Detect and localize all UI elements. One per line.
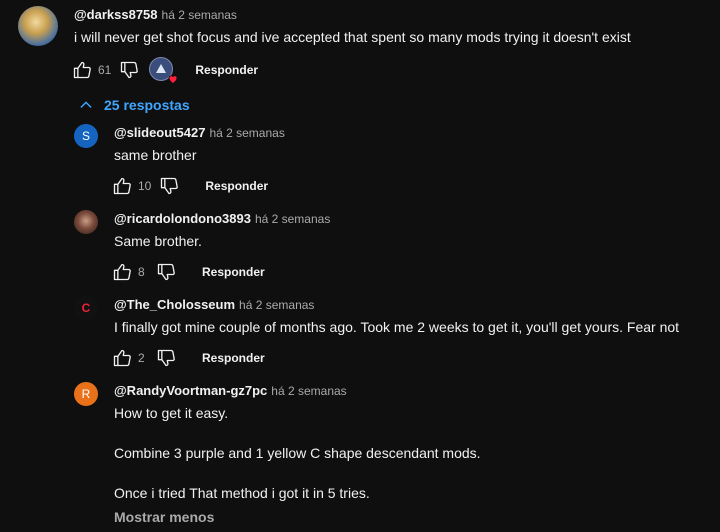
avatar-letter: S xyxy=(81,129,90,143)
avatar[interactable] xyxy=(18,6,58,46)
replies-count: 25 respostas xyxy=(104,97,190,113)
reply-button[interactable]: Responder xyxy=(202,265,265,279)
author-handle[interactable]: @slideout5427 xyxy=(114,125,205,140)
author-handle[interactable]: @ricardolondono3893 xyxy=(114,211,251,226)
reply-text-line: Combine 3 purple and 1 yellow C shape de… xyxy=(114,445,481,461)
like-count: 8 xyxy=(138,265,145,279)
like-icon[interactable] xyxy=(110,174,134,198)
author-handle[interactable]: @RandyVoortman-gz7pc xyxy=(114,383,267,398)
reply-text: same brother xyxy=(114,147,197,163)
reply-button[interactable]: Responder xyxy=(195,63,258,77)
creator-heart-badge xyxy=(149,57,178,84)
reply-text-line: Once i tried That method i got it in 5 t… xyxy=(114,485,370,501)
show-less-button[interactable]: Mostrar menos xyxy=(114,509,214,525)
reply-actions: 8 Responder xyxy=(110,260,265,284)
reply-header: @RandyVoortman-gz7pc há 2 semanas xyxy=(114,383,347,399)
avatar[interactable]: S xyxy=(74,124,98,148)
dislike-icon[interactable] xyxy=(154,260,178,284)
author-handle[interactable]: @darkss8758 xyxy=(74,7,158,22)
avatar[interactable]: R xyxy=(74,382,98,406)
reply-header: @slideout5427 há 2 semanas xyxy=(114,125,285,141)
avatar[interactable]: C xyxy=(74,296,98,320)
comment-timestamp[interactable]: há 2 semanas xyxy=(209,126,284,140)
like-icon[interactable] xyxy=(70,58,94,82)
reply-actions: 10 Responder xyxy=(110,174,268,198)
comment-text: i will never get shot focus and ive acce… xyxy=(74,29,631,45)
comment-timestamp[interactable]: há 2 semanas xyxy=(239,298,314,312)
avatar-letter: R xyxy=(81,387,91,401)
reply-header: @The_Cholosseum há 2 semanas xyxy=(114,297,314,313)
reply-header: @ricardolondono3893 há 2 semanas xyxy=(114,211,330,227)
avatar[interactable] xyxy=(74,210,98,234)
comment-timestamp[interactable]: há 2 semanas xyxy=(271,384,346,398)
like-count: 61 xyxy=(98,63,112,77)
author-handle[interactable]: @The_Cholosseum xyxy=(114,297,235,312)
comments-panel: @darkss8758 há 2 semanas i will never get… xyxy=(0,0,720,532)
replies-toggle[interactable]: 25 respostas xyxy=(78,97,190,113)
dislike-icon[interactable] xyxy=(157,174,181,198)
reply-actions: 2 Responder xyxy=(110,346,265,370)
reply-text: Same brother. xyxy=(114,233,202,249)
comment-timestamp[interactable]: há 2 semanas xyxy=(162,8,237,22)
like-icon[interactable] xyxy=(110,260,134,284)
like-count: 10 xyxy=(138,179,152,193)
comment-timestamp[interactable]: há 2 semanas xyxy=(255,212,330,226)
reply-button[interactable]: Responder xyxy=(202,351,265,365)
reply-text: I finally got mine couple of months ago.… xyxy=(114,319,680,335)
dislike-icon[interactable] xyxy=(154,346,178,370)
chevron-up-icon xyxy=(80,101,92,108)
reply-button[interactable]: Responder xyxy=(205,179,268,193)
heart-icon xyxy=(168,75,178,84)
avatar-letter: C xyxy=(81,301,91,315)
reply-text-line: How to get it easy. xyxy=(114,405,229,421)
dislike-icon[interactable] xyxy=(117,58,141,82)
like-count: 2 xyxy=(138,351,145,365)
comment-actions: 61 Responder xyxy=(70,57,258,84)
like-icon[interactable] xyxy=(110,346,134,370)
comment-header: @darkss8758 há 2 semanas xyxy=(74,7,237,23)
